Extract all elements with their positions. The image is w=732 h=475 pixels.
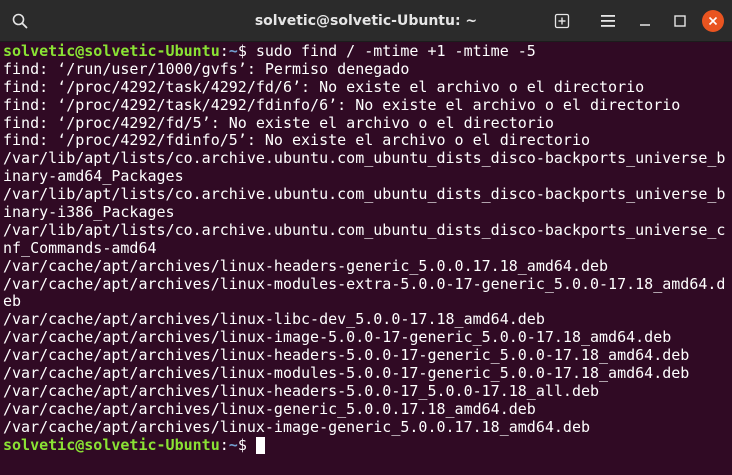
output-line: /var/cache/apt/archives/linux-headers-ge… [3,256,609,275]
prompt-path: ~ [228,435,238,454]
output-line: /var/cache/apt/archives/linux-headers-5.… [3,346,690,365]
output-lines: find: ‘/run/user/1000/gvfs’: Permiso den… [3,59,732,437]
prompt-separator: : [219,43,229,60]
terminal-output-area[interactable]: solvetic@solvetic-Ubuntu:~$ sudo find / … [0,43,732,475]
output-line: /var/cache/apt/archives/linux-generic_5.… [3,399,536,418]
new-tab-icon [554,13,570,29]
menu-icon [601,15,615,27]
prompt-symbol: $ [237,43,256,60]
output-line: /var/cache/apt/archives/linux-libc-dev_5… [3,310,545,329]
output-line: /var/cache/apt/archives/linux-headers-5.… [3,381,600,400]
prompt-user-host: solvetic@solvetic-Ubuntu [3,43,220,60]
prompt-symbol: $ [237,435,256,454]
command-text: sudo find / -mtime +1 -mtime -5 [255,43,536,60]
close-button[interactable] [698,6,728,36]
output-line: /var/lib/apt/lists/co.archive.ubuntu.com… [3,185,726,204]
output-line: /var/lib/apt/lists/co.archive.ubuntu.com… [3,149,726,168]
output-line: find: ‘/run/user/1000/gvfs’: Permiso den… [3,59,410,78]
output-line: /var/lib/apt/lists/co.archive.ubuntu.com… [3,220,726,239]
output-line: /var/cache/apt/archives/linux-modules-5.… [3,364,690,383]
output-line: /var/cache/apt/archives/linux-image-5.0.… [3,328,672,347]
output-line: find: ‘/proc/4292/task/4292/fdinfo/6’: N… [3,95,681,114]
terminal-window: solvetic@solvetic-Ubuntu: ~ solvetic@sol… [0,0,732,475]
title-bar[interactable]: solvetic@solvetic-Ubuntu: ~ [0,0,732,42]
search-button[interactable] [5,6,35,36]
active-prompt-line[interactable]: solvetic@solvetic-Ubuntu:~$ [3,435,732,455]
search-icon [12,13,28,29]
window-title: solvetic@solvetic-Ubuntu: ~ [254,13,478,29]
output-line: find: ‘/proc/4292/fdinfo/5’: No existe e… [3,131,590,150]
minimize-icon [640,24,650,26]
output-line: eb [3,292,22,311]
prompt-separator: : [219,435,229,454]
command-line: solvetic@solvetic-Ubuntu:~$ sudo find / … [3,43,732,61]
output-line: /var/cache/apt/archives/linux-image-gene… [3,417,590,436]
minimize-button[interactable] [630,6,660,36]
close-button-circle [702,10,724,32]
prompt-path: ~ [228,43,238,60]
new-tab-button[interactable] [547,6,577,36]
output-line: inary-i386_Packages [3,203,175,222]
output-line: inary-amd64_Packages [3,167,184,186]
menu-button[interactable] [593,6,623,36]
maximize-icon [674,15,686,27]
prompt-user-host: solvetic@solvetic-Ubuntu [3,435,220,454]
output-line: find: ‘/proc/4292/task/4292/fd/6’: No ex… [3,77,645,96]
output-line: nf_Commands-amd64 [3,238,157,257]
maximize-button[interactable] [665,6,695,36]
output-line: /var/cache/apt/archives/linux-modules-ex… [3,274,726,293]
text-cursor [255,436,265,454]
output-line: find: ‘/proc/4292/fd/5’: No existe el ar… [3,113,554,132]
close-icon [708,16,718,26]
